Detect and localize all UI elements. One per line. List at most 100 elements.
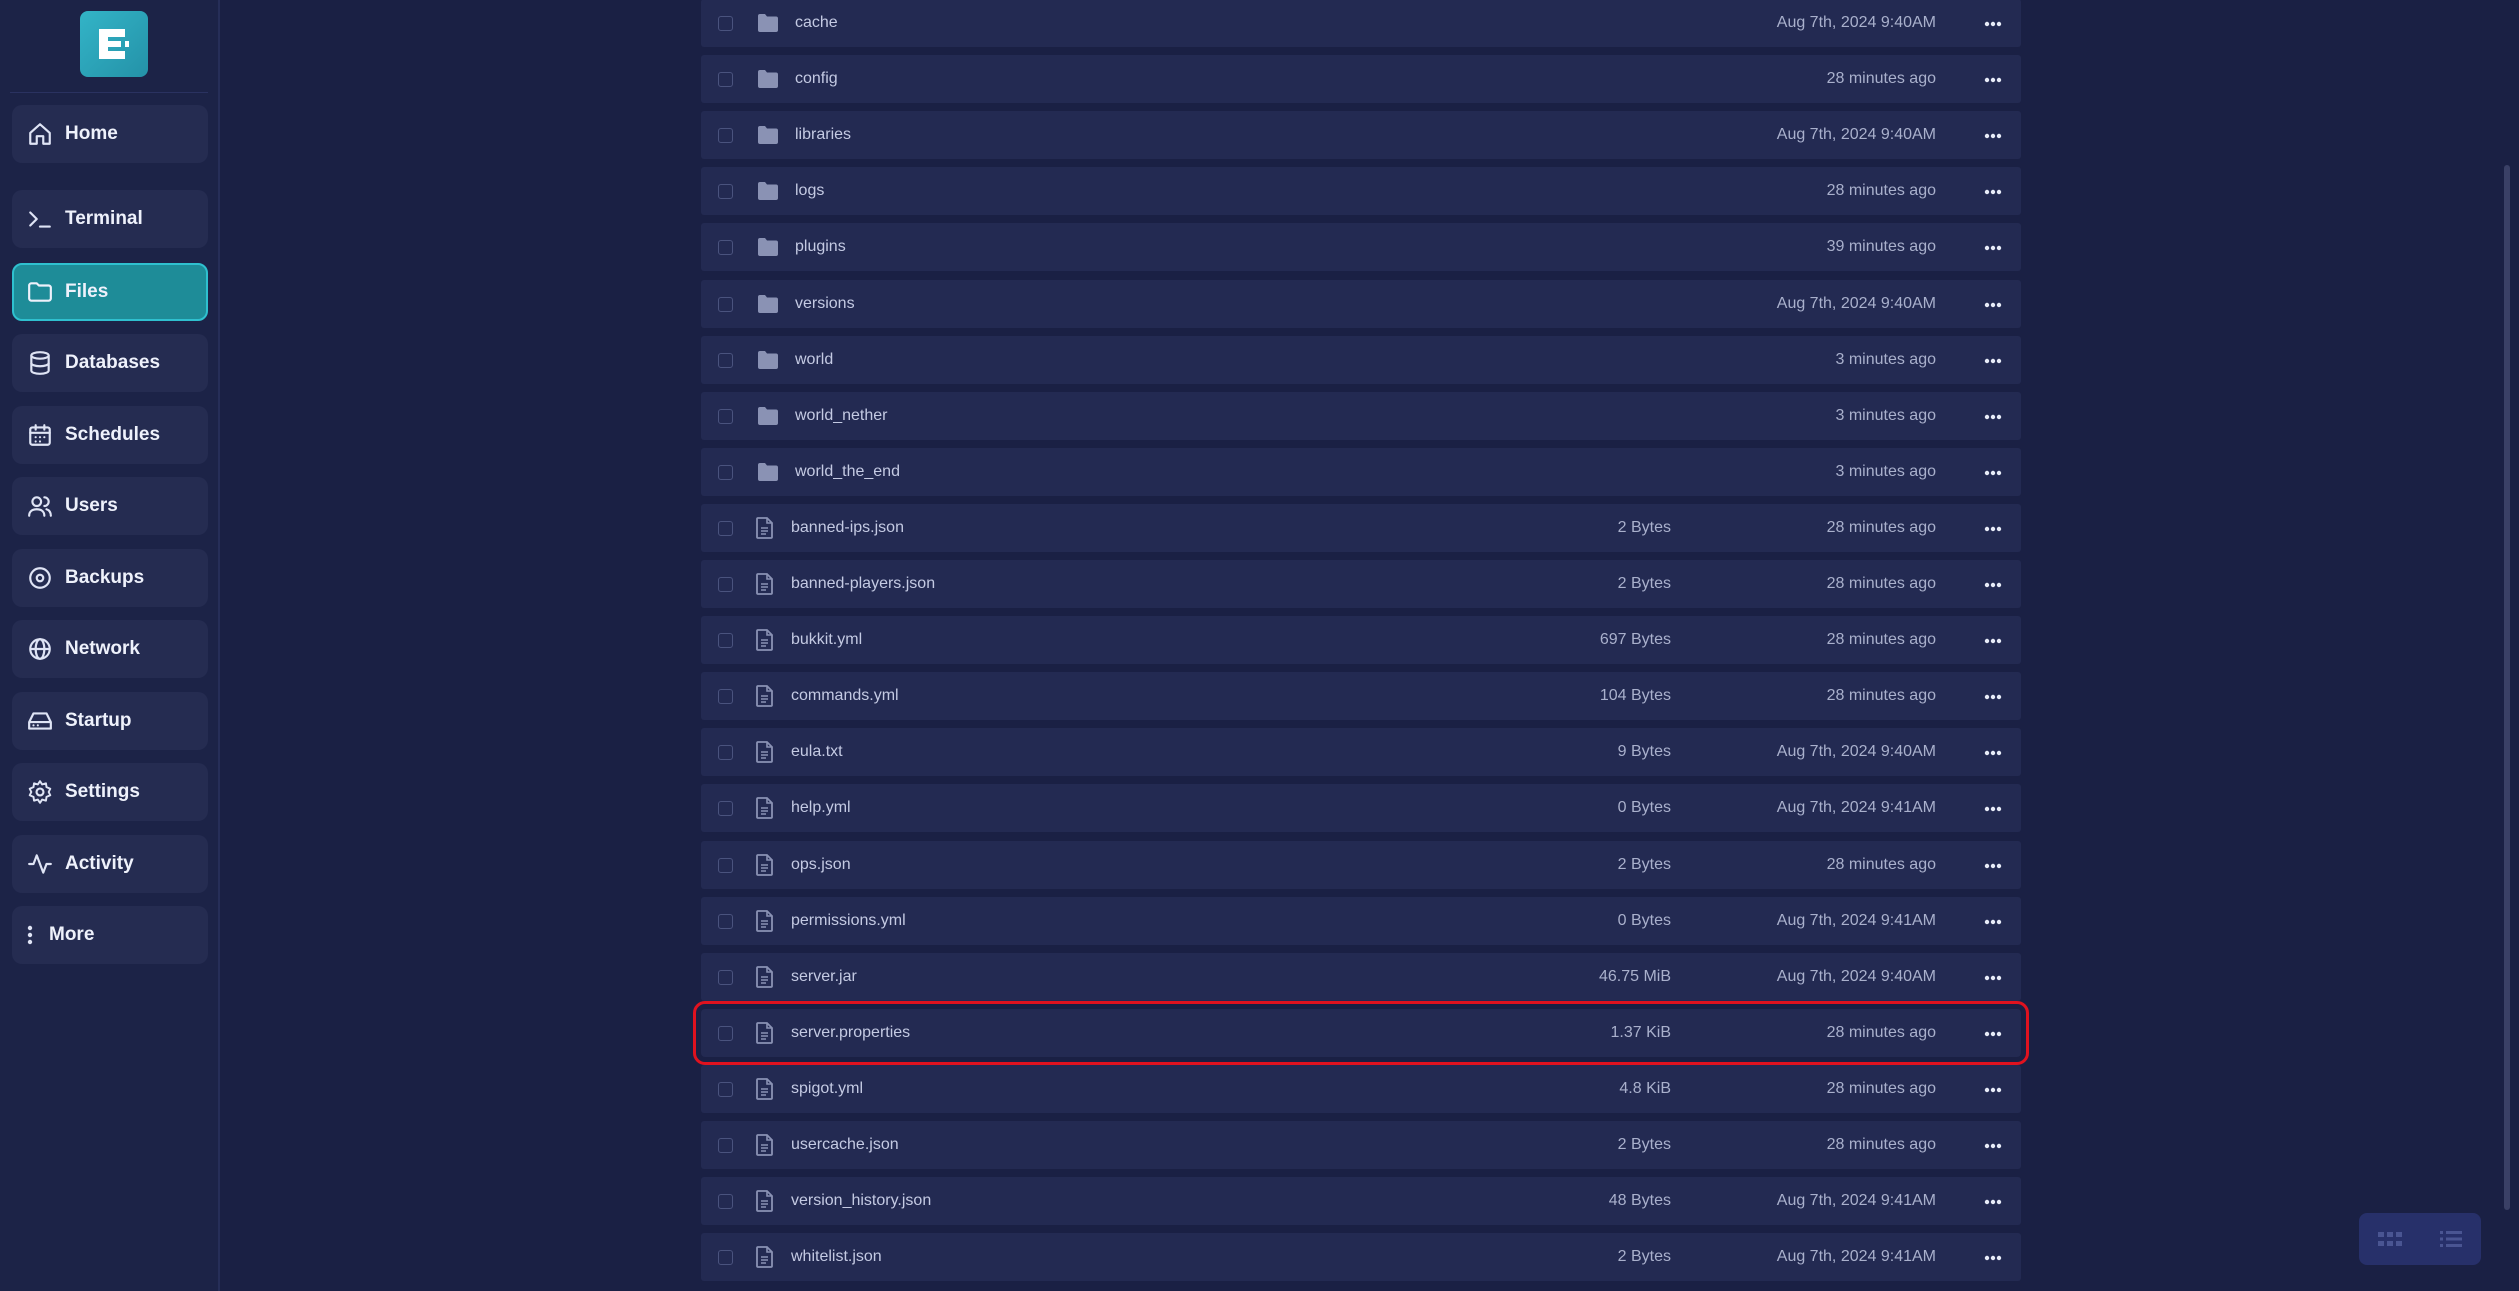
file-name[interactable]: ops.json bbox=[791, 856, 851, 874]
list-view-button[interactable] bbox=[2431, 1219, 2471, 1259]
row-checkbox[interactable] bbox=[718, 801, 733, 817]
more-actions-button[interactable] bbox=[1981, 14, 2005, 32]
more-actions-button[interactable] bbox=[1981, 799, 2005, 817]
folder-row[interactable]: config 28 minutes ago bbox=[701, 55, 2021, 104]
row-checkbox[interactable] bbox=[718, 1081, 733, 1097]
row-checkbox[interactable] bbox=[718, 72, 733, 88]
sidebar-item-more[interactable]: More bbox=[12, 906, 208, 964]
more-actions-button[interactable] bbox=[1981, 912, 2005, 930]
row-checkbox[interactable] bbox=[718, 969, 733, 985]
folder-row[interactable]: world_the_end 3 minutes ago bbox=[701, 447, 2021, 496]
folder-row[interactable]: logs 28 minutes ago bbox=[701, 167, 2021, 216]
row-checkbox[interactable] bbox=[718, 689, 733, 705]
row-checkbox[interactable] bbox=[718, 857, 733, 873]
file-name[interactable]: libraries bbox=[795, 126, 851, 144]
row-checkbox[interactable] bbox=[718, 633, 733, 649]
row-checkbox[interactable] bbox=[718, 1194, 733, 1210]
file-name[interactable]: permissions.yml bbox=[791, 912, 906, 930]
file-row[interactable]: ops.json 2 Bytes 28 minutes ago bbox=[701, 840, 2021, 889]
file-name[interactable]: logs bbox=[795, 182, 824, 200]
sidebar-item-activity[interactable]: Activity bbox=[12, 835, 208, 893]
file-row[interactable]: eula.txt 9 Bytes Aug 7th, 2024 9:40AM bbox=[701, 728, 2021, 777]
row-checkbox[interactable] bbox=[718, 745, 733, 761]
row-checkbox[interactable] bbox=[718, 296, 733, 312]
row-checkbox[interactable] bbox=[718, 184, 733, 200]
file-name[interactable]: spigot.yml bbox=[791, 1080, 863, 1098]
row-checkbox[interactable] bbox=[718, 464, 733, 480]
file-name[interactable]: usercache.json bbox=[791, 1136, 899, 1154]
row-checkbox[interactable] bbox=[718, 1138, 733, 1153]
more-actions-button[interactable] bbox=[1981, 631, 2005, 649]
sidebar-item-databases[interactable]: Databases bbox=[12, 334, 208, 392]
file-name[interactable]: server.jar bbox=[791, 968, 857, 986]
more-actions-button[interactable] bbox=[1981, 126, 2005, 144]
more-actions-button[interactable] bbox=[1981, 1080, 2005, 1098]
file-row[interactable]: server.jar 46.75 MiB Aug 7th, 2024 9:40AM bbox=[701, 952, 2021, 1001]
file-row[interactable]: banned-players.json 2 Bytes 28 minutes ago bbox=[701, 560, 2021, 608]
scrollbar[interactable] bbox=[2504, 165, 2510, 1210]
more-actions-button[interactable] bbox=[1981, 238, 2005, 256]
sidebar-item-users[interactable]: Users bbox=[12, 477, 208, 535]
row-checkbox[interactable] bbox=[718, 520, 733, 536]
more-actions-button[interactable] bbox=[1981, 351, 2005, 369]
row-checkbox[interactable] bbox=[718, 352, 733, 368]
file-row[interactable]: whitelist.json 2 Bytes Aug 7th, 2024 9:41A… bbox=[701, 1233, 2021, 1282]
row-checkbox[interactable] bbox=[718, 128, 733, 144]
row-checkbox[interactable] bbox=[718, 1025, 733, 1041]
folder-row[interactable]: world_nether 3 minutes ago bbox=[701, 391, 2021, 440]
file-row[interactable]: permissions.yml 0 Bytes Aug 7th, 2024 9:41… bbox=[701, 896, 2021, 945]
sidebar-item-startup[interactable]: Startup bbox=[12, 692, 208, 750]
folder-row[interactable]: cache Aug 7th, 2024 9:40AM bbox=[701, 0, 2021, 47]
sidebar-item-schedules[interactable]: Schedules bbox=[12, 406, 208, 464]
file-row[interactable]: bukkit.yml 697 Bytes 28 minutes ago bbox=[701, 616, 2021, 665]
sidebar-item-network[interactable]: Network bbox=[12, 620, 208, 678]
file-row[interactable]: version_history.json 48 Bytes Aug 7th, 202… bbox=[701, 1177, 2021, 1226]
sidebar-item-home[interactable]: Home bbox=[12, 105, 208, 163]
more-actions-button[interactable] bbox=[1981, 1136, 2005, 1154]
file-name[interactable]: help.yml bbox=[791, 799, 851, 817]
more-actions-button[interactable] bbox=[1981, 1024, 2005, 1042]
file-name[interactable]: banned-ips.json bbox=[791, 519, 904, 537]
file-name[interactable]: whitelist.json bbox=[791, 1248, 882, 1266]
file-name[interactable]: plugins bbox=[795, 238, 846, 256]
file-row[interactable]: spigot.yml 4.8 KiB 28 minutes ago bbox=[701, 1064, 2021, 1113]
more-actions-button[interactable] bbox=[1981, 968, 2005, 986]
row-checkbox[interactable] bbox=[718, 16, 733, 31]
more-actions-button[interactable] bbox=[1981, 743, 2005, 761]
file-name[interactable]: commands.yml bbox=[791, 687, 899, 705]
more-actions-button[interactable] bbox=[1981, 575, 2005, 593]
file-name[interactable]: eula.txt bbox=[791, 743, 843, 761]
folder-row[interactable]: libraries Aug 7th, 2024 9:40AM bbox=[701, 111, 2021, 160]
row-checkbox[interactable] bbox=[718, 240, 733, 256]
sidebar-item-terminal[interactable]: Terminal bbox=[12, 190, 208, 248]
file-name[interactable]: bukkit.yml bbox=[791, 631, 862, 649]
file-row[interactable]: server.properties 1.37 KiB 28 minutes ago bbox=[693, 1000, 2029, 1065]
more-actions-button[interactable] bbox=[1981, 463, 2005, 481]
more-actions-button[interactable] bbox=[1981, 519, 2005, 537]
file-name[interactable]: version_history.json bbox=[791, 1192, 931, 1210]
grid-view-button[interactable] bbox=[2370, 1219, 2410, 1259]
file-row[interactable]: banned-ips.json 2 Bytes 28 minutes ago bbox=[701, 503, 2021, 552]
file-name[interactable]: world bbox=[795, 351, 833, 369]
sidebar-item-settings[interactable]: Settings bbox=[12, 763, 208, 821]
more-actions-button[interactable] bbox=[1981, 687, 2005, 705]
file-row[interactable]: help.yml 0 Bytes Aug 7th, 2024 9:41AM bbox=[701, 784, 2021, 833]
folder-row[interactable]: versions Aug 7th, 2024 9:40AM bbox=[701, 279, 2021, 328]
more-actions-button[interactable] bbox=[1981, 1192, 2005, 1210]
more-actions-button[interactable] bbox=[1981, 407, 2005, 425]
row-checkbox[interactable] bbox=[718, 913, 733, 929]
file-name[interactable]: cache bbox=[795, 14, 838, 32]
file-name[interactable]: world_the_end bbox=[795, 463, 900, 481]
file-name[interactable]: config bbox=[795, 70, 838, 88]
more-actions-button[interactable] bbox=[1981, 182, 2005, 200]
app-logo[interactable] bbox=[80, 11, 148, 77]
file-name[interactable]: server.properties bbox=[791, 1024, 910, 1042]
sidebar-item-files[interactable]: Files bbox=[12, 263, 208, 321]
file-row[interactable]: commands.yml 104 Bytes 28 minutes ago bbox=[701, 672, 2021, 721]
file-name[interactable]: banned-players.json bbox=[791, 575, 935, 593]
more-actions-button[interactable] bbox=[1981, 856, 2005, 874]
folder-row[interactable]: world 3 minutes ago bbox=[701, 335, 2021, 384]
file-name[interactable]: versions bbox=[795, 295, 855, 313]
row-checkbox[interactable] bbox=[718, 1250, 733, 1266]
file-name[interactable]: world_nether bbox=[795, 407, 888, 425]
